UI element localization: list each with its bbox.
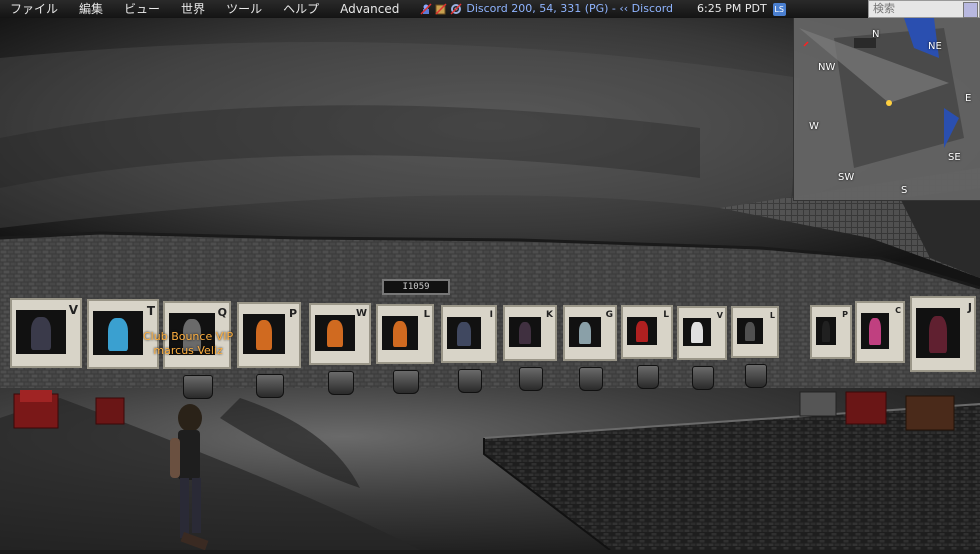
no-build-icon[interactable] <box>435 3 447 15</box>
poster-avatar <box>822 321 830 343</box>
menu-world[interactable]: 世界 <box>171 0 216 18</box>
letter-poster[interactable]: P <box>810 305 852 359</box>
poster-image <box>683 318 711 346</box>
poster-letter: Q <box>217 306 227 319</box>
poster-letter: K <box>546 310 553 320</box>
compass-nw: NW <box>818 62 836 73</box>
menu-bar: ファイル 編集 ビュー 世界 ツール ヘルプ Advanced Discord … <box>0 0 980 18</box>
poster-image <box>243 314 285 354</box>
poster-avatar <box>255 320 273 350</box>
compass-e: E <box>965 93 972 104</box>
compass-ne: NE <box>928 41 942 52</box>
poster-image <box>382 316 418 350</box>
location-readout[interactable]: Discord 200, 54, 331 (PG) - ‹‹ Discord <box>466 0 673 18</box>
letter-poster[interactable]: L <box>731 306 779 358</box>
poster-avatar <box>636 321 648 343</box>
letter-poster[interactable]: L <box>376 304 434 364</box>
poster-avatar <box>457 321 471 346</box>
stool[interactable] <box>636 365 660 389</box>
menu-advanced[interactable]: Advanced <box>330 0 410 18</box>
poster-image <box>816 317 836 345</box>
compass-sw: SW <box>838 172 855 183</box>
stool[interactable] <box>256 374 284 398</box>
search-box <box>868 0 980 18</box>
stool[interactable] <box>519 367 543 391</box>
no-fly-icon[interactable] <box>420 3 432 15</box>
minimap[interactable]: N NE E SE S SW W NW <box>793 18 980 201</box>
compass-w: W <box>809 121 819 132</box>
poster-image <box>569 317 601 347</box>
poster-letter: L <box>769 311 775 320</box>
avatar-nametag[interactable]: Club Bounce VIP marcus Veliz <box>143 330 233 358</box>
menu-edit[interactable]: 編集 <box>69 0 114 18</box>
poster-image <box>509 317 541 347</box>
poster-image <box>93 311 143 355</box>
poster-avatar <box>578 321 592 344</box>
poster-avatar <box>392 321 408 347</box>
poster-letter: L <box>663 310 669 320</box>
poster-letter: G <box>605 310 613 320</box>
letter-poster[interactable]: G <box>563 305 617 361</box>
poster-image <box>861 313 889 349</box>
poster-letter: W <box>355 308 367 319</box>
letter-poster[interactable]: V <box>10 298 82 368</box>
poster-letter: P <box>288 307 297 320</box>
stool[interactable] <box>692 366 714 390</box>
stool[interactable] <box>393 370 419 394</box>
menu-help[interactable]: ヘルプ <box>273 0 330 18</box>
visitor-counter: I1059 <box>382 279 450 295</box>
letter-poster[interactable]: V <box>677 306 727 360</box>
poster-letter: I <box>489 310 493 320</box>
poster-letter: V <box>716 311 723 320</box>
compass-s: S <box>901 185 908 196</box>
letter-poster[interactable]: I <box>441 305 497 363</box>
search-icon[interactable] <box>963 2 978 18</box>
clock-time: 6:25 PM PDT <box>697 2 767 15</box>
poster-letter: J <box>967 301 972 314</box>
stool[interactable] <box>457 369 483 393</box>
poster-avatar <box>31 316 51 350</box>
poster-image <box>315 315 355 351</box>
stool[interactable] <box>745 364 767 388</box>
stool[interactable] <box>327 371 355 395</box>
letter-poster[interactable]: P <box>237 302 301 368</box>
letter-poster[interactable]: W <box>309 303 371 365</box>
poster-avatar <box>691 322 703 344</box>
poster-letter: T <box>146 304 155 318</box>
poster-letter: L <box>423 309 430 320</box>
letter-poster[interactable]: J <box>910 296 976 372</box>
minimap-terrain <box>794 18 980 200</box>
poster-avatar <box>929 315 947 353</box>
letter-poster[interactable]: K <box>503 305 557 361</box>
compass-n: N <box>872 29 880 40</box>
poster-letter: C <box>895 306 901 315</box>
poster-avatar <box>327 320 343 348</box>
compass-se: SE <box>948 152 961 163</box>
poster-avatar <box>518 321 532 344</box>
parcel-status-icons <box>420 3 462 15</box>
linden-dollar-badge[interactable]: LS <box>772 2 786 16</box>
menu-tools[interactable]: ツール <box>216 0 273 18</box>
search-input[interactable] <box>873 2 943 15</box>
poster-image <box>916 308 960 358</box>
poster-avatar <box>108 317 128 351</box>
avatar-name: marcus Veliz <box>153 344 223 357</box>
poster-image <box>447 317 481 349</box>
letter-poster[interactable]: L <box>621 305 673 359</box>
poster-letter: V <box>68 303 78 317</box>
menu-file[interactable]: ファイル <box>0 0 69 18</box>
poster-avatar <box>869 318 881 346</box>
menu-view[interactable]: ビュー <box>114 0 171 18</box>
poster-image <box>627 317 657 345</box>
poster-letter: P <box>842 310 848 319</box>
stool[interactable] <box>183 375 213 399</box>
no-scripts-icon[interactable] <box>450 3 462 15</box>
stool[interactable] <box>579 367 603 391</box>
poster-avatar <box>744 321 756 342</box>
avatar-group-tag: Club Bounce VIP <box>143 330 234 343</box>
poster-image <box>737 318 763 344</box>
letter-poster[interactable]: C <box>855 301 905 363</box>
poster-image <box>16 310 66 354</box>
